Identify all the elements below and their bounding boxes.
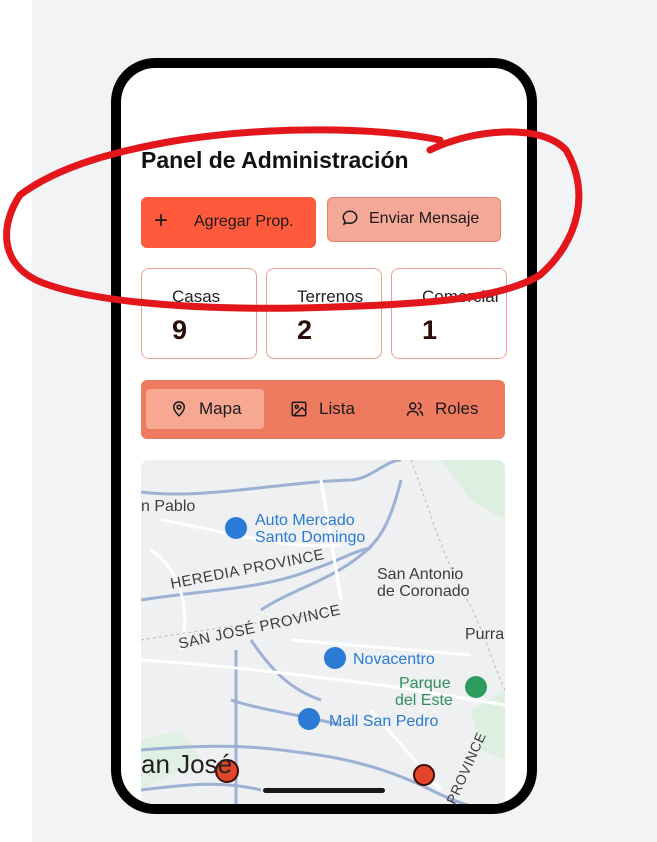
map-view[interactable]: n Pablo Auto Mercado Santo Domingo HERED… [141,460,505,804]
add-property-button[interactable]: + Agregar Prop. [141,197,316,248]
tab-lista[interactable]: Lista [290,389,380,429]
tab-mapa[interactable]: Mapa [146,389,264,429]
map-label-auto-mercado: Auto Mercado [255,512,355,529]
tab-roles[interactable]: Roles [406,389,496,429]
tab-label: Mapa [199,399,242,418]
stat-value: 9 [172,315,188,345]
plus-icon: + [154,207,169,234]
stat-card-comercial: Comercial 1 [391,268,507,359]
map-label-parque: Parque [399,675,451,692]
stat-card-terrenos: Terrenos 2 [266,268,382,359]
map-label-san-antonio: San Antonio [377,566,464,583]
map-label-san-jose: an José [141,749,233,779]
map-label-mall: Mall San Pedro [329,713,439,730]
phone-screen: Panel de Administración + Agregar Prop. … [121,68,527,804]
map-label-purra: Purra [465,626,505,643]
map-label-pablo: n Pablo [141,498,196,515]
map-label-san-antonio-2: de Coronado [377,583,470,600]
phone-frame: Panel de Administración + Agregar Prop. … [111,58,537,814]
home-indicator [263,788,385,793]
stat-value: 1 [422,315,438,345]
users-icon [406,402,424,416]
map-label-auto-mercado-2: Santo Domingo [255,529,366,546]
send-message-label: Enviar Mensaje [369,210,480,227]
stat-label: Comercial [422,287,499,306]
map-label-parque-2: del Este [395,692,453,709]
stat-label: Casas [172,287,221,306]
tab-label: Roles [435,399,479,418]
image-icon [291,401,307,417]
add-property-label: Agregar Prop. [194,213,294,230]
page-title: Panel de Administración [141,147,409,173]
view-tabs: Mapa Lista Roles [141,380,505,439]
map-label-novacentro: Novacentro [353,651,435,668]
send-message-button[interactable]: Enviar Mensaje [327,197,501,242]
stat-value: 2 [297,315,313,345]
chat-bubble-icon [341,209,359,232]
stat-label: Terrenos [297,287,364,306]
stat-card-casas: Casas 9 [141,268,257,359]
map-pin-icon [172,401,186,417]
tab-label: Lista [319,399,355,418]
